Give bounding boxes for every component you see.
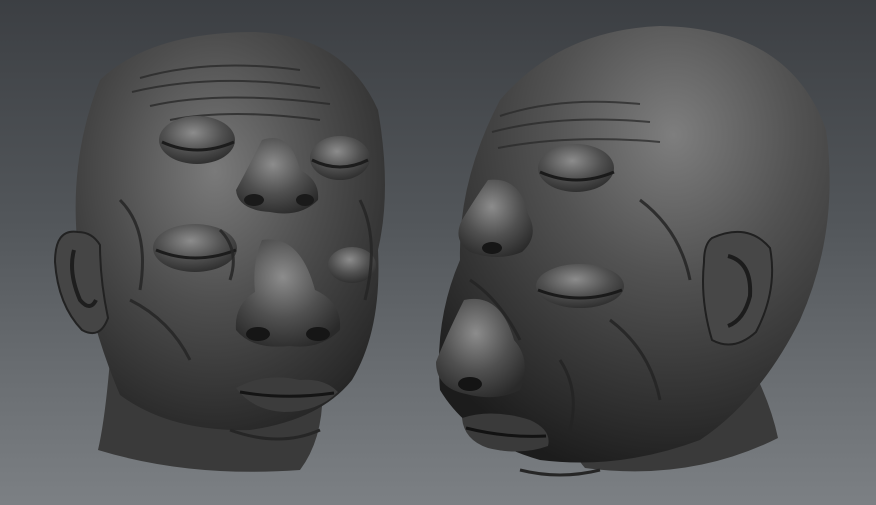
left-head xyxy=(53,32,385,472)
render-viewport xyxy=(0,0,876,505)
sculpt-render xyxy=(53,26,830,477)
right-head xyxy=(436,26,830,477)
left-ear xyxy=(53,230,110,334)
left-skull xyxy=(75,32,385,431)
left-head-eye-lower-left xyxy=(153,224,237,272)
left-head-eye-upper-left xyxy=(159,116,235,164)
left-head-eye-upper-right xyxy=(310,136,370,180)
right-head-eye-lower xyxy=(536,264,624,308)
right-head-eye-upper xyxy=(538,144,614,192)
